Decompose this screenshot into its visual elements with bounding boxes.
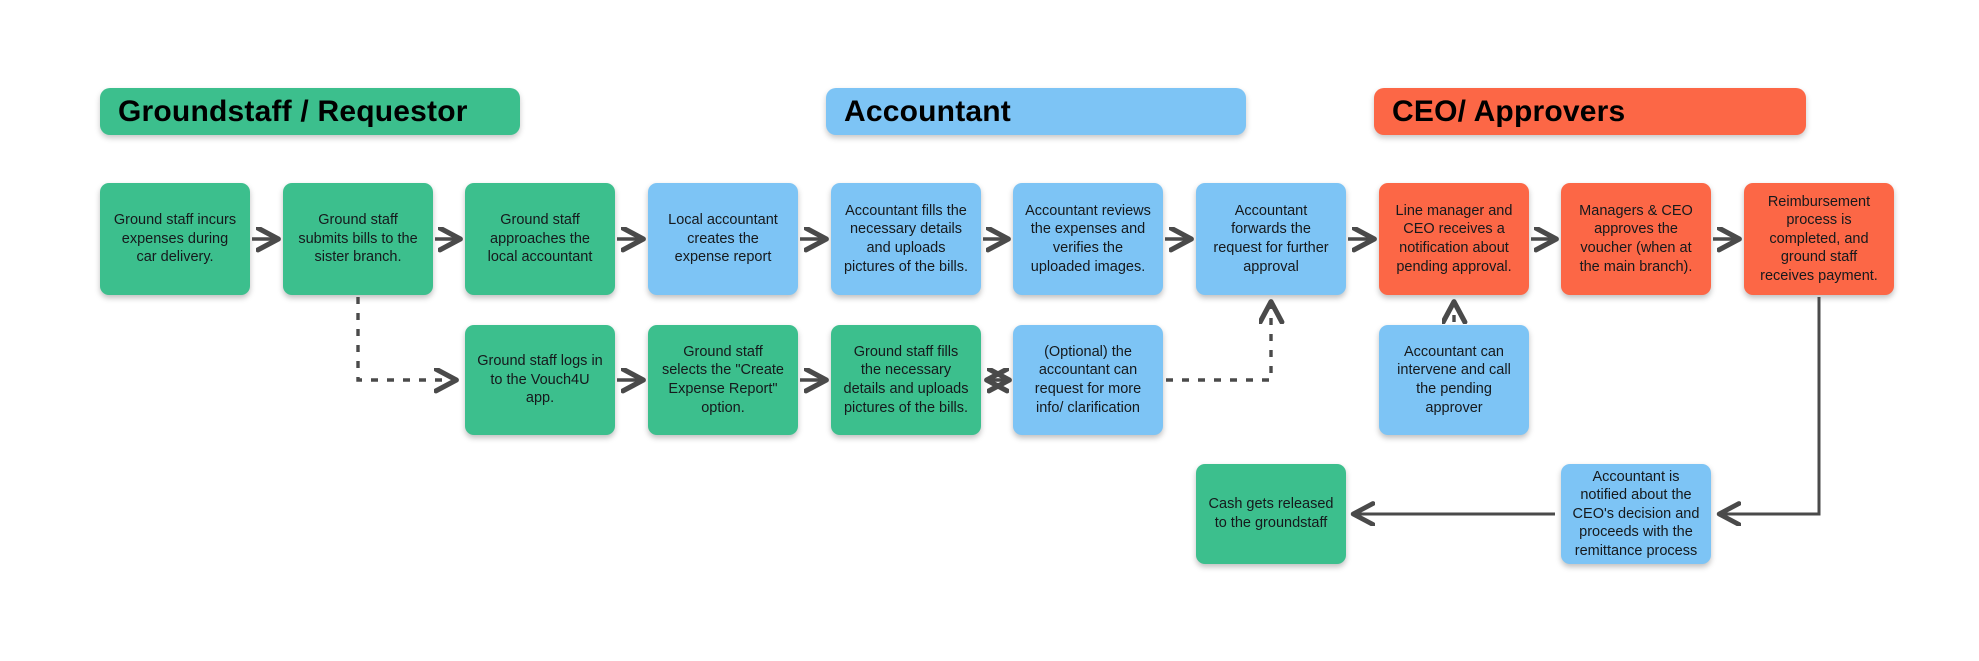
node-label: Accountant fills the necessary details a…	[843, 202, 969, 275]
node-label: Ground staff approaches the local accoun…	[487, 212, 593, 266]
node-ground-staff-incurs-expenses[interactable]: Ground staff incurs expenses during car …	[100, 183, 250, 295]
node-reimbursement-completed[interactable]: Reimbursement process is completed, and …	[1744, 183, 1894, 295]
node-label: Managers & CEO approves the voucher (whe…	[1579, 202, 1693, 275]
node-accountant-fills-details[interactable]: Accountant fills the necessary details a…	[831, 183, 981, 295]
flowchart-canvas: Groundstaff / Requestor Accountant CEO/ …	[0, 0, 1979, 661]
node-label: Ground staff incurs expenses during car …	[113, 212, 237, 266]
node-accountant-intervenes-calls-approver[interactable]: Accountant can intervene and call the pe…	[1379, 325, 1529, 435]
lane-title-ceo: CEO/ Approvers	[1392, 94, 1626, 128]
node-label: Local accountant creates the expense rep…	[668, 212, 778, 266]
node-ground-staff-submits-bills[interactable]: Ground staff submits bills to the sister…	[283, 183, 433, 295]
lane-header-accountant: Accountant	[826, 88, 1246, 135]
node-label: Reimbursement process is completed, and …	[1760, 193, 1878, 284]
lane-header-groundstaff: Groundstaff / Requestor	[100, 88, 520, 135]
node-label: Cash gets released to the groundstaff	[1208, 496, 1334, 531]
connector-r1c2-r2c1-dashed	[356, 297, 455, 380]
node-optional-accountant-requests-info[interactable]: (Optional) the accountant can request fo…	[1013, 325, 1163, 435]
node-label: Accountant reviews the expenses and veri…	[1025, 202, 1151, 275]
lane-title-groundstaff: Groundstaff / Requestor	[118, 94, 468, 128]
node-local-accountant-creates-report[interactable]: Local accountant creates the expense rep…	[648, 183, 798, 295]
node-label: Accountant can intervene and call the pe…	[1397, 343, 1511, 416]
node-accountant-reviews-expenses[interactable]: Accountant reviews the expenses and veri…	[1013, 183, 1163, 295]
node-line-manager-ceo-notified[interactable]: Line manager and CEO receives a notifica…	[1379, 183, 1529, 295]
node-ground-staff-fills-details-uploads[interactable]: Ground staff fills the necessary details…	[831, 325, 981, 435]
node-accountant-forwards-request[interactable]: Accountant forwards the request for furt…	[1196, 183, 1346, 295]
node-label: Ground staff submits bills to the sister…	[298, 212, 418, 266]
node-label: (Optional) the accountant can request fo…	[1034, 343, 1142, 416]
node-accountant-notified-remittance[interactable]: Accountant is notified about the CEO's d…	[1561, 464, 1711, 564]
node-ground-staff-selects-create-expense-report[interactable]: Ground staff selects the "Create Expense…	[648, 325, 798, 435]
node-ground-staff-logs-in-app[interactable]: Ground staff logs in to the Vouch4U app.	[465, 325, 615, 435]
node-label: Line manager and CEO receives a notifica…	[1395, 202, 1513, 275]
node-label: Ground staff fills the necessary details…	[843, 343, 969, 416]
node-label: Accountant is notified about the CEO's d…	[1572, 468, 1700, 559]
node-label: Ground staff selects the "Create Expense…	[661, 343, 784, 416]
node-label: Ground staff logs in to the Vouch4U app.	[477, 353, 603, 407]
lane-header-ceo: CEO/ Approvers	[1374, 88, 1806, 135]
node-label: Accountant forwards the request for furt…	[1213, 202, 1329, 275]
lane-title-accountant: Accountant	[844, 94, 1011, 128]
node-ground-staff-approaches-accountant[interactable]: Ground staff approaches the local accoun…	[465, 183, 615, 295]
connector-r1c10-r3c2-solid	[1721, 297, 1821, 514]
connector-r2c4-r1c7-dashed	[1166, 303, 1271, 382]
node-cash-released-to-groundstaff[interactable]: Cash gets released to the groundstaff	[1196, 464, 1346, 564]
node-managers-ceo-approves-voucher[interactable]: Managers & CEO approves the voucher (whe…	[1561, 183, 1711, 295]
